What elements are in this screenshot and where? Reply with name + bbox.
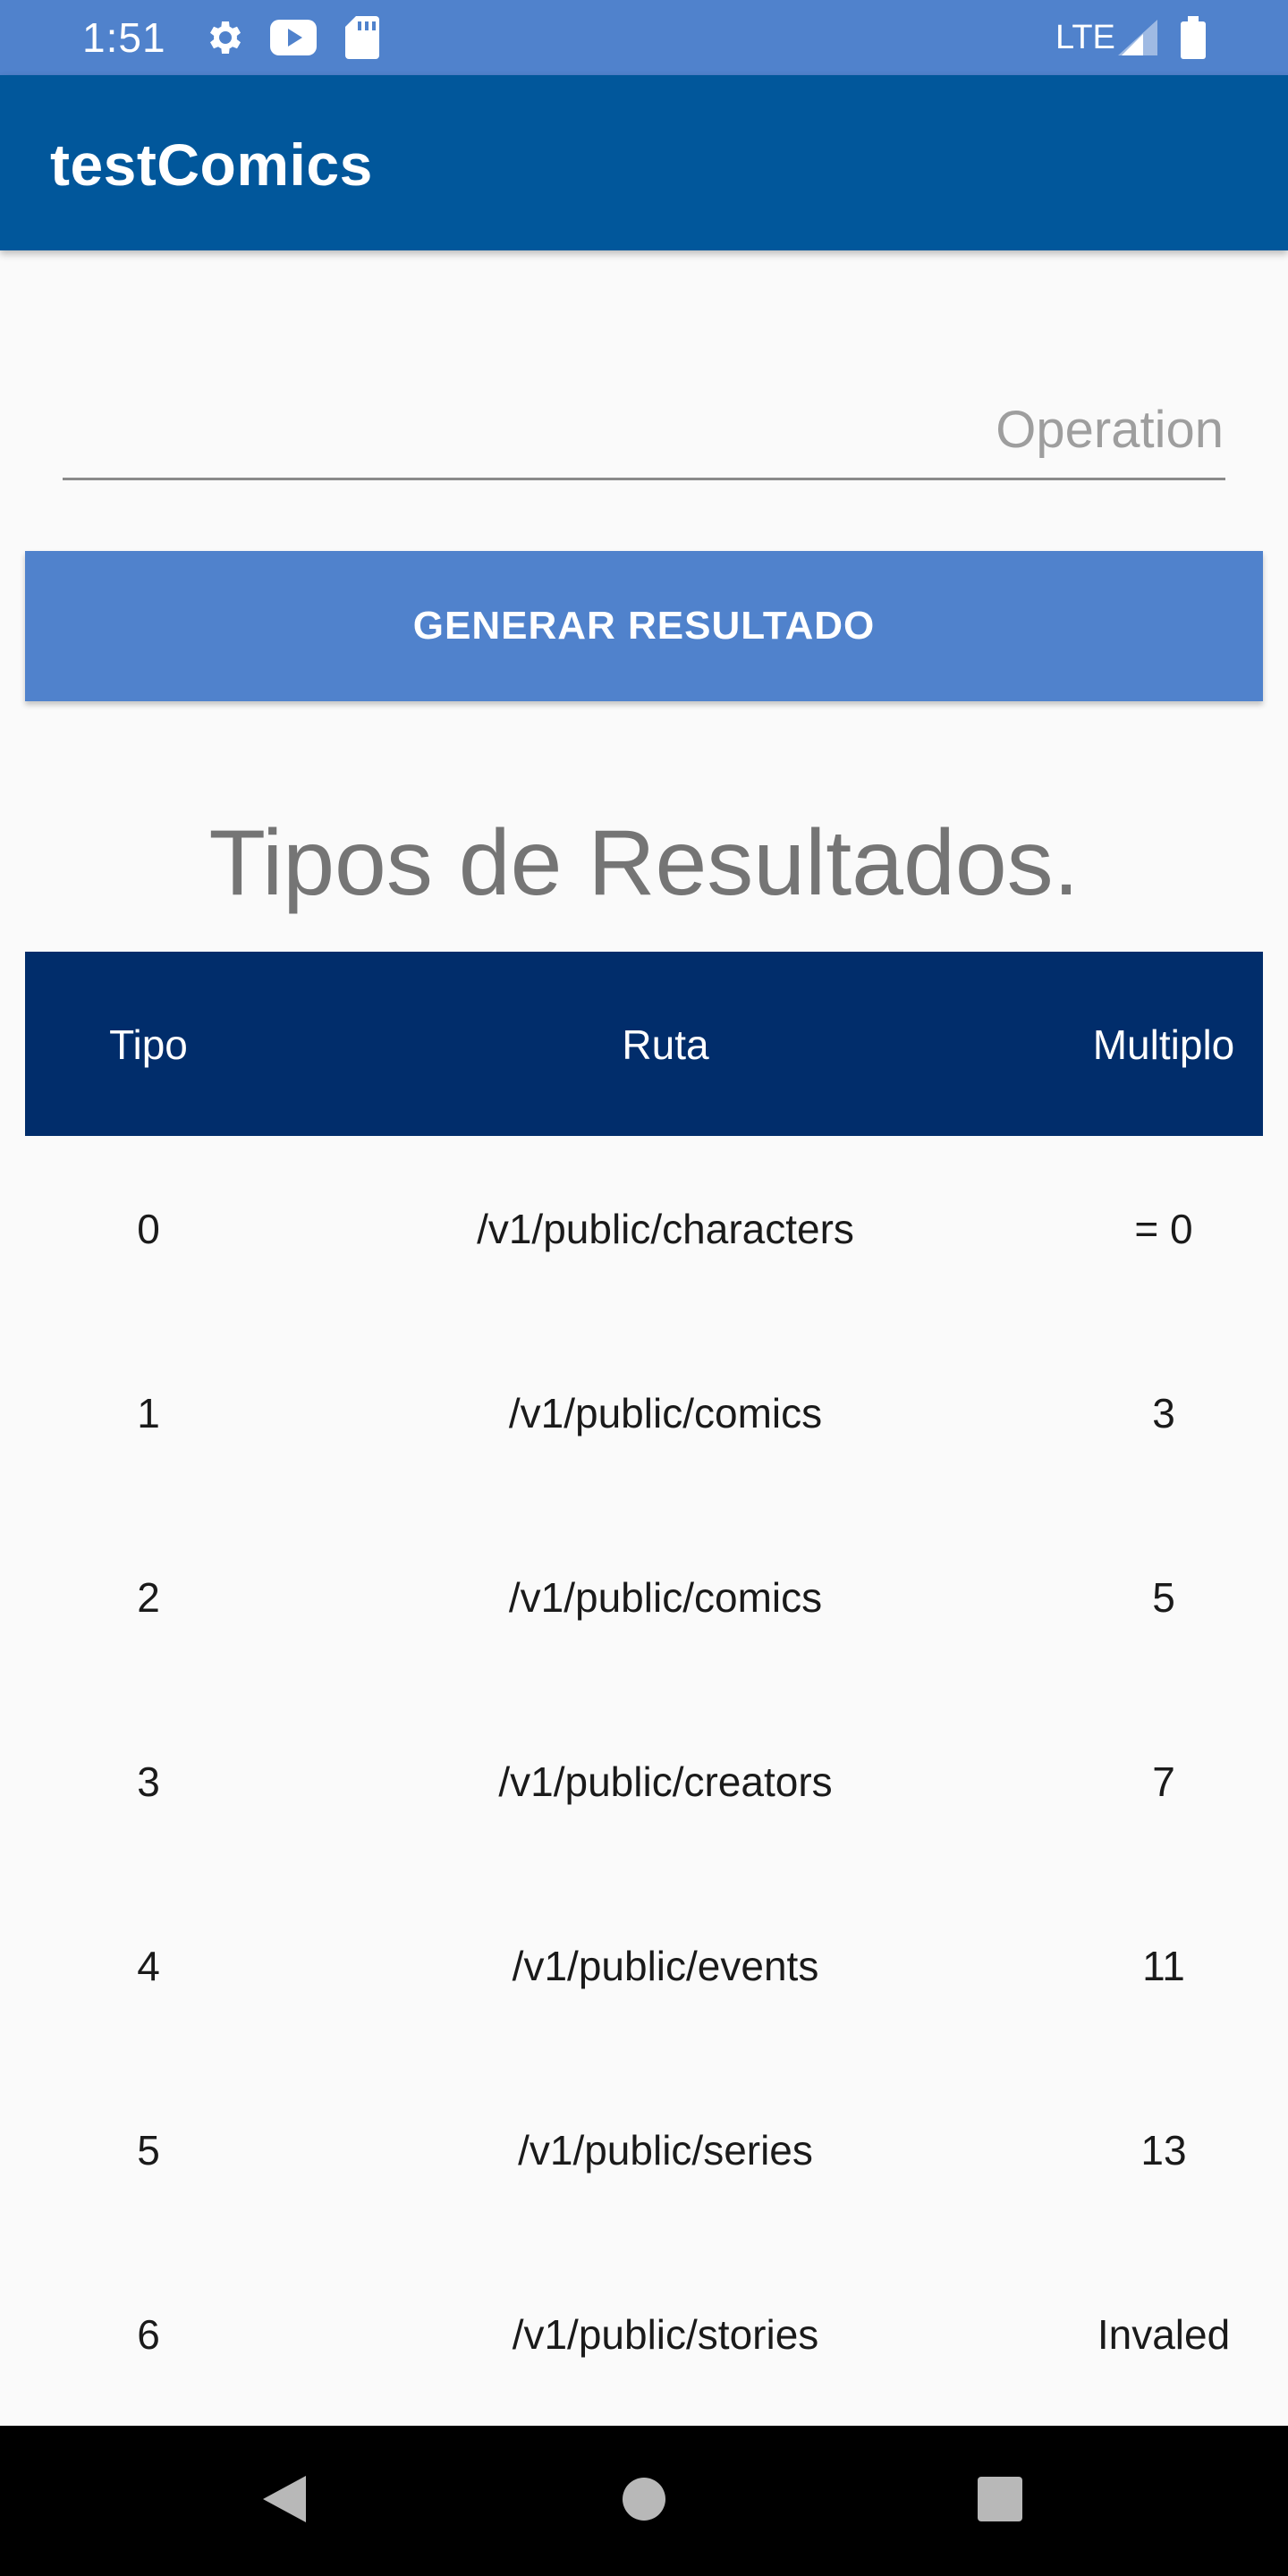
cell-multiplo: 11 xyxy=(1142,1943,1185,1989)
results-table-body: 0 /v1/public/characters = 0 1 /v1/public… xyxy=(25,1136,1263,2426)
table-row: 4 /v1/public/events 11 xyxy=(25,1873,1263,2057)
generate-result-button[interactable]: GENERAR RESULTADO xyxy=(25,551,1263,701)
cell-multiplo: Invaled xyxy=(1097,2311,1231,2358)
cell-multiplo: 3 xyxy=(1152,1390,1175,1436)
youtube-icon xyxy=(270,20,317,63)
cell-multiplo: = 0 xyxy=(1134,1206,1193,1252)
table-row: 1 /v1/public/comics 3 xyxy=(25,1320,1263,1504)
header-ruta: Ruta xyxy=(622,1021,709,1068)
battery-icon xyxy=(1181,16,1206,59)
network-type-label: LTE xyxy=(1055,19,1115,56)
signal-icon xyxy=(1118,20,1157,63)
cell-tipo: 4 xyxy=(137,1943,160,1989)
results-section-title: Tipos de Resultados. xyxy=(208,811,1080,915)
cell-ruta: /v1/public/comics xyxy=(508,1574,823,1621)
cell-tipo: 3 xyxy=(137,1758,160,1805)
status-time: 1:51 xyxy=(82,14,166,61)
cell-ruta: /v1/public/comics xyxy=(508,1390,823,1436)
recents-button[interactable] xyxy=(911,2426,1089,2576)
table-row: 0 /v1/public/characters = 0 xyxy=(25,1136,1263,1320)
settings-icon xyxy=(202,16,245,59)
app-screen: 1:51 LTE testComics Operation GENERAR RE… xyxy=(0,0,1288,2576)
table-row: 6 /v1/public/stories Invaled xyxy=(25,2241,1263,2426)
app-title: testComics xyxy=(50,131,373,198)
sd-card-icon xyxy=(345,16,379,59)
cell-tipo: 2 xyxy=(137,1574,160,1621)
table-row: 2 /v1/public/comics 5 xyxy=(25,1504,1263,1689)
cell-multiplo: 7 xyxy=(1152,1758,1175,1805)
cell-ruta: /v1/public/stories xyxy=(512,2311,819,2358)
app-bar: testComics xyxy=(0,75,1288,250)
cell-ruta: /v1/public/series xyxy=(518,2127,813,2174)
table-row: 5 /v1/public/series 13 xyxy=(25,2057,1263,2241)
header-multiplo: Multiplo xyxy=(1092,1021,1235,1068)
cell-multiplo: 13 xyxy=(1140,2127,1187,2174)
results-table-header: Tipo Ruta Multiplo xyxy=(25,952,1263,1136)
cell-ruta: /v1/public/characters xyxy=(477,1206,854,1252)
home-button[interactable] xyxy=(555,2426,733,2576)
cell-tipo: 0 xyxy=(137,1206,160,1252)
cell-tipo: 1 xyxy=(137,1390,160,1436)
back-icon xyxy=(259,2472,309,2530)
operation-input[interactable] xyxy=(63,385,1225,474)
navigation-bar xyxy=(0,2426,1288,2576)
operation-field xyxy=(63,385,1225,480)
cell-ruta: /v1/public/creators xyxy=(498,1758,833,1805)
cell-tipo: 6 xyxy=(137,2311,160,2358)
cell-ruta: /v1/public/events xyxy=(512,1943,819,1989)
back-button[interactable] xyxy=(195,2426,374,2576)
status-bar: 1:51 LTE xyxy=(0,0,1288,75)
header-tipo: Tipo xyxy=(109,1021,188,1068)
cell-multiplo: 5 xyxy=(1152,1574,1175,1621)
home-icon xyxy=(621,2476,667,2527)
recents-icon xyxy=(976,2475,1024,2528)
table-row: 3 /v1/public/creators 7 xyxy=(25,1689,1263,1873)
cell-tipo: 5 xyxy=(137,2127,160,2174)
